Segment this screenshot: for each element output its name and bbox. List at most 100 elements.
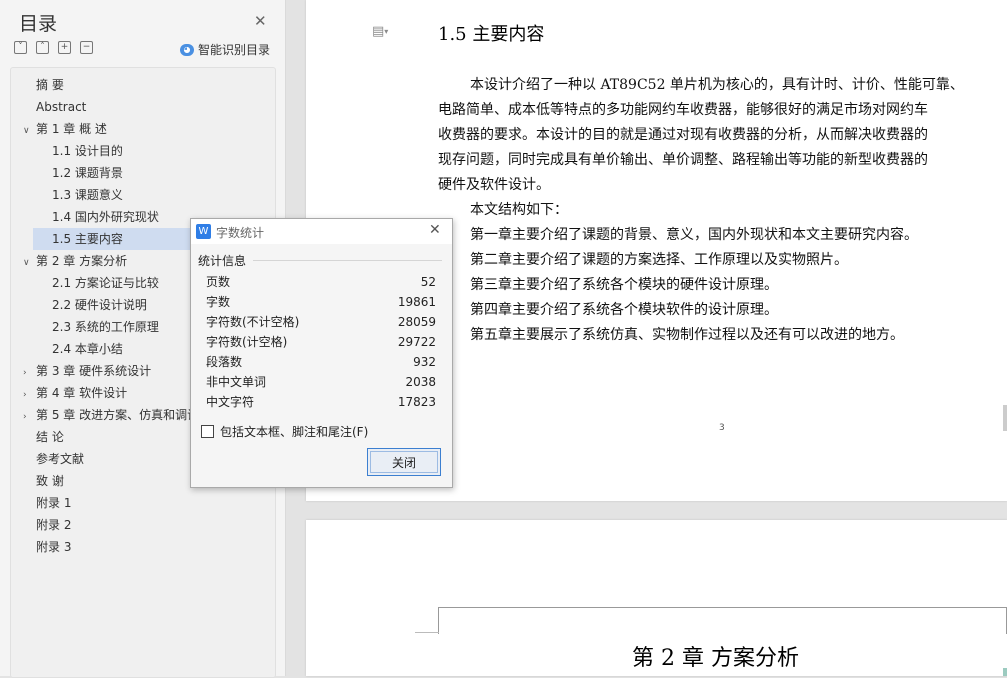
stats-group-label: 统计信息 <box>198 254 247 268</box>
structure-line: 第四章主要介绍了系统各个模块软件的设计原理。 <box>470 302 778 318</box>
dialog-title: 字数统计 <box>216 226 265 240</box>
toc-item[interactable]: Abstract <box>11 96 86 118</box>
stat-row: 字数 19861 <box>206 292 436 312</box>
toc-item[interactable]: › 第 5 章 改进方案、仿真和调试 <box>11 404 199 426</box>
toc-title: 目录 <box>19 13 58 35</box>
close-icon[interactable]: ✕ <box>429 222 441 238</box>
stat-row: 页数 52 <box>206 272 436 292</box>
toc-item[interactable]: 1.4 国内外研究现状 <box>11 206 159 228</box>
section-heading: 1.5 主要内容 <box>438 24 545 45</box>
paragraph-line: 收费器的要求。本设计的目的就是通过对现有收费器的分析，从而解决收费器的 <box>438 127 928 143</box>
stat-label: 段落数 <box>206 355 243 369</box>
toc-item[interactable]: 摘 要 <box>11 74 64 96</box>
toc-item[interactable]: ∨ 第 2 章 方案分析 <box>11 250 127 272</box>
chevron-right-icon[interactable]: › <box>23 384 36 406</box>
chevron-right-icon[interactable]: › <box>23 362 36 384</box>
paragraph-line: 现存问题，同时完成具有单价输出、单价调整、路程输出等功能的新型收费器的 <box>438 152 928 168</box>
checkbox-box[interactable] <box>201 425 214 438</box>
toc-item[interactable]: 1.2 课题背景 <box>11 162 123 184</box>
toc-item-label: 致 谢 <box>36 474 64 488</box>
toc-item-label: 附录 1 <box>36 496 72 510</box>
stat-row: 非中文单词 2038 <box>206 372 436 392</box>
page-corner-mark <box>415 632 439 633</box>
toc-item-label: 结 论 <box>36 430 64 444</box>
stat-value: 2038 <box>405 375 436 389</box>
document-icon[interactable]: ▤▾ <box>372 24 388 39</box>
stat-label: 字数 <box>206 295 231 309</box>
toc-item-label: 2.4 本章小结 <box>52 342 123 356</box>
toc-item-label: 参考文献 <box>36 452 85 466</box>
toc-item[interactable]: › 第 4 章 软件设计 <box>11 382 127 404</box>
toc-item[interactable]: 1.1 设计目的 <box>11 140 123 162</box>
close-icon[interactable]: ✕ <box>254 12 267 30</box>
toc-item[interactable]: 致 谢 <box>11 470 64 492</box>
page-number: 3 <box>719 423 725 433</box>
stat-label: 页数 <box>206 275 231 289</box>
toc-item-label: 1.1 设计目的 <box>52 144 123 158</box>
include-textbox-checkbox[interactable]: 包括文本框、脚注和尾注(F) <box>201 423 368 440</box>
toc-item-label: Abstract <box>36 100 87 114</box>
toc-item[interactable]: 2.4 本章小结 <box>11 338 123 360</box>
stat-row: 字符数(不计空格) 28059 <box>206 312 436 332</box>
header-rule <box>438 607 1007 634</box>
toc-item[interactable]: 参考文献 <box>11 448 84 470</box>
scroll-marker <box>1003 405 1007 431</box>
structure-line: 第二章主要介绍了课题的方案选择、工作原理以及实物照片。 <box>470 252 848 268</box>
toc-item-label: 1.5 主要内容 <box>52 232 123 246</box>
toc-item[interactable]: › 第 3 章 硬件系统设计 <box>11 360 151 382</box>
stat-value: 28059 <box>397 315 436 329</box>
toc-item[interactable]: 结 论 <box>11 426 64 448</box>
toc-item[interactable]: 附录 2 <box>11 514 71 536</box>
checkbox-label: 包括文本框、脚注和尾注(F) <box>220 425 369 439</box>
structure-line: 第五章主要展示了系统仿真、实物制作过程以及还有可以改进的地方。 <box>470 327 904 343</box>
stat-label: 字符数(计空格) <box>206 335 288 349</box>
toc-item-label: 第 4 章 软件设计 <box>36 386 128 400</box>
toc-item[interactable]: 附录 3 <box>11 536 71 558</box>
toc-item[interactable]: 2.1 方案论证与比较 <box>11 272 159 294</box>
toc-item[interactable]: 2.2 硬件设计说明 <box>11 294 147 316</box>
close-button[interactable]: 关闭 <box>367 448 441 476</box>
smart-toc-button[interactable]: ◕ 智能识别目录 <box>180 41 270 58</box>
collapse-all-icon[interactable]: ˄ <box>36 41 49 54</box>
toc-item-label: 第 3 章 硬件系统设计 <box>36 364 152 378</box>
remove-icon[interactable]: − <box>80 41 93 54</box>
toc-item-label: 第 1 章 概 述 <box>36 122 107 136</box>
word-count-dialog: W 字数统计 ✕ 统计信息 页数 52 字数 19861 字符数(不计空格) 28059 字… <box>190 218 453 488</box>
chapter-heading: 第 2 章 方案分析 <box>632 646 799 671</box>
toc-item[interactable]: 2.3 系统的工作原理 <box>11 316 159 338</box>
toc-item-label: 2.1 方案论证与比较 <box>52 276 159 290</box>
toc-item[interactable]: 1.3 课题意义 <box>11 184 123 206</box>
stat-row: 段落数 932 <box>206 352 436 372</box>
stat-value: 29722 <box>397 335 436 349</box>
toc-item-label: 摘 要 <box>36 78 64 92</box>
expand-all-icon[interactable]: ˅ <box>14 41 27 54</box>
toc-item[interactable]: 附录 1 <box>11 492 71 514</box>
toc-item-label: 1.3 课题意义 <box>52 188 123 202</box>
scroll-marker-bottom <box>1003 668 1007 676</box>
add-icon[interactable]: + <box>58 41 71 54</box>
chevron-right-icon[interactable]: › <box>23 406 36 428</box>
dialog-titlebar[interactable]: W 字数统计 ✕ <box>191 219 452 244</box>
wps-logo-icon: W <box>196 224 211 239</box>
toc-item-label: 第 2 章 方案分析 <box>36 254 128 268</box>
smart-recognize-icon: ◕ <box>180 43 194 56</box>
toc-item[interactable]: ∨ 第 1 章 概 述 <box>11 118 107 140</box>
structure-line: 第三章主要介绍了系统各个模块的硬件设计原理。 <box>470 277 778 293</box>
stat-label: 中文字符 <box>206 395 255 409</box>
chevron-down-icon[interactable]: ∨ <box>23 120 36 142</box>
toc-item-label: 2.2 硬件设计说明 <box>52 298 147 312</box>
group-divider <box>253 260 442 261</box>
toc-item-label: 2.3 系统的工作原理 <box>52 320 159 334</box>
stat-value: 17823 <box>397 395 436 409</box>
stat-row: 中文字符 17823 <box>206 392 436 412</box>
toc-item[interactable]: 1.5 主要内容 <box>33 228 212 250</box>
chevron-down-icon[interactable]: ∨ <box>23 252 36 274</box>
stat-label: 字符数(不计空格) <box>206 315 300 329</box>
toc-item-label: 附录 3 <box>36 540 72 554</box>
stat-value: 52 <box>420 275 436 289</box>
structure-line: 本文结构如下： <box>470 202 568 218</box>
toc-item-label: 第 5 章 改进方案、仿真和调试 <box>36 408 200 422</box>
stat-row: 字符数(计空格) 29722 <box>206 332 436 352</box>
paragraph-line: 硬件及软件设计。 <box>438 177 550 193</box>
stat-value: 19861 <box>397 295 436 309</box>
